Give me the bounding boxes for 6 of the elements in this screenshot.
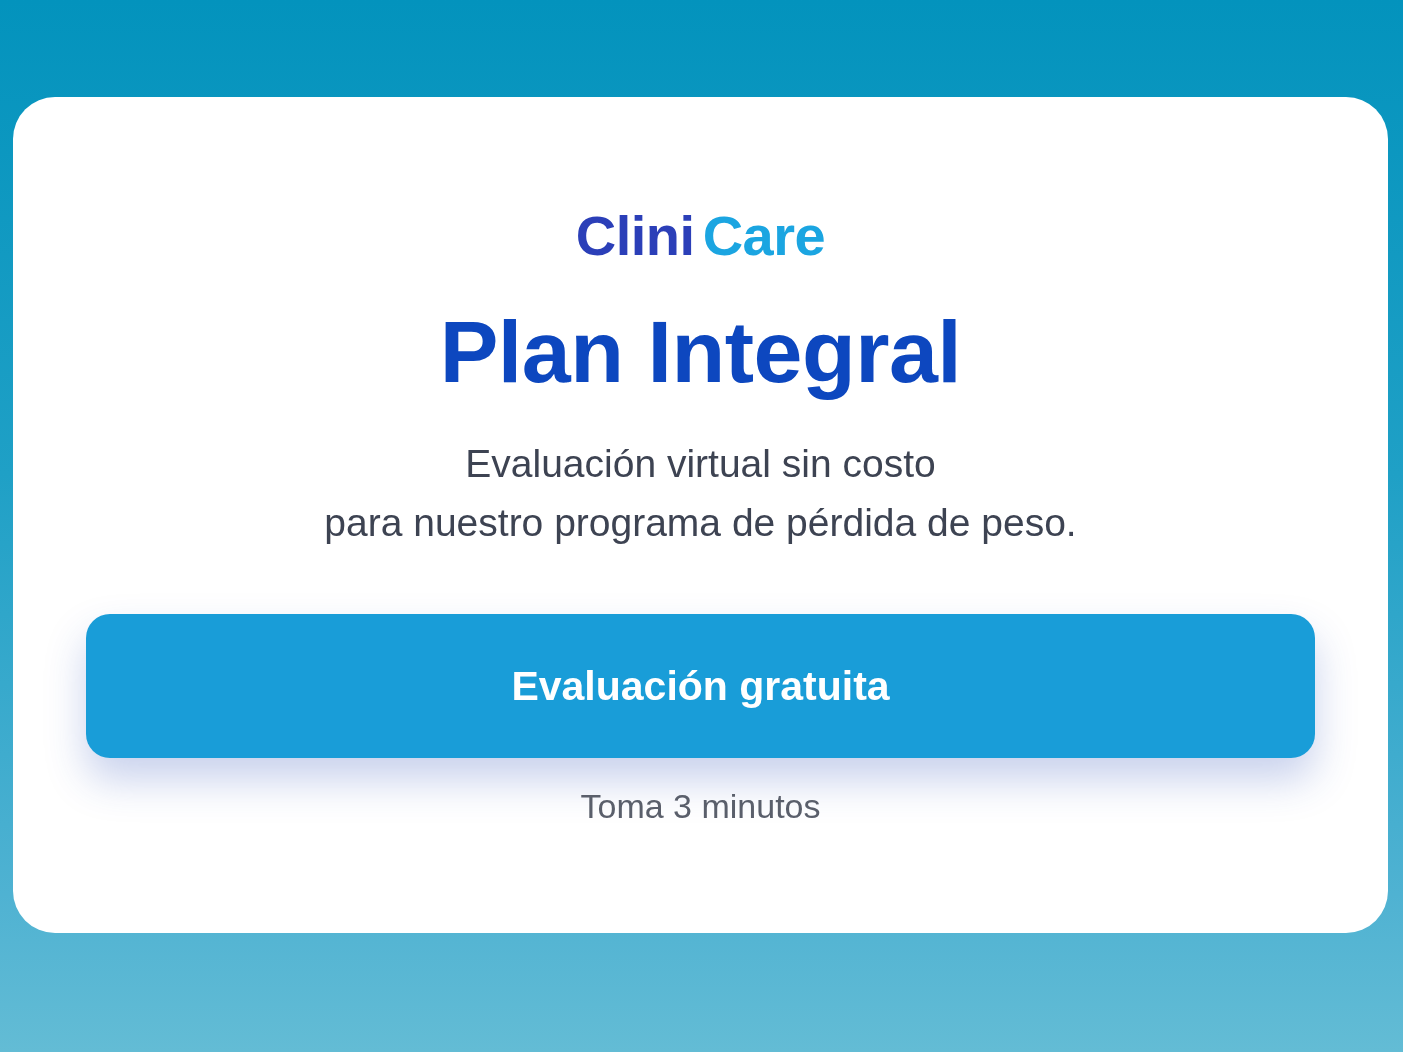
evaluation-button[interactable]: Evaluación gratuita: [86, 614, 1315, 758]
logo-text: Care: [702, 208, 826, 264]
subtitle-text: para nuestro programa de pérdida de peso.: [324, 500, 1077, 546]
duration-note: Toma 3 minutos: [580, 786, 821, 827]
subtitle-text: Evaluación virtual sin costo: [465, 441, 936, 487]
logo-text: Clini: [575, 208, 695, 264]
